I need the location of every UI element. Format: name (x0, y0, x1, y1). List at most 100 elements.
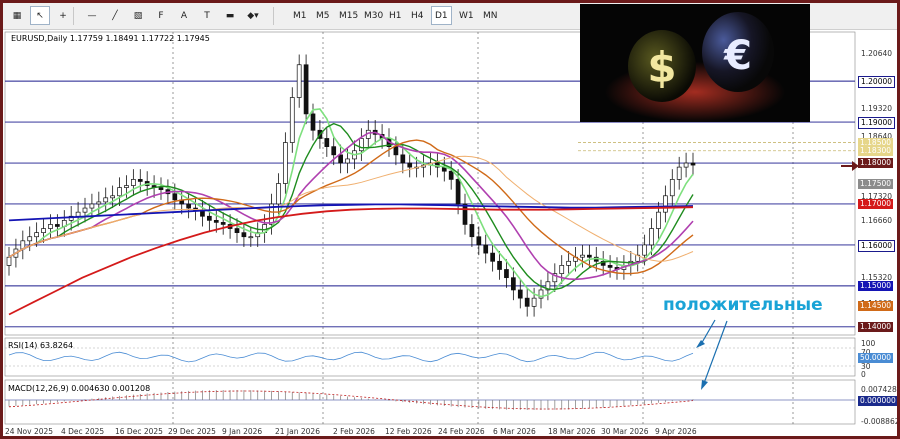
candle-body (345, 158, 350, 164)
candle-body (476, 236, 482, 246)
time-axis-label: 12 Feb 2026 (385, 427, 432, 436)
toolbar-separator (273, 7, 274, 25)
grid-icon[interactable]: ▦ (7, 6, 27, 25)
rsi-pane (4, 337, 856, 377)
dollar-icon: $ (647, 43, 676, 92)
candle-body (407, 162, 413, 168)
annotation-text: положительные (663, 295, 823, 315)
candle-body (511, 277, 516, 291)
candle-body (683, 162, 689, 168)
candle-body (48, 224, 53, 229)
timeframe-h1[interactable]: H1 (386, 6, 405, 25)
timeframe-m1[interactable]: M1 (290, 6, 310, 25)
price-axis-label: 1.20640 (861, 49, 893, 58)
timeframe-m30[interactable]: M30 (361, 6, 386, 25)
shapes-menu-icon[interactable]: ◆▾ (243, 6, 263, 25)
time-axis-label: 21 Jan 2026 (275, 427, 320, 436)
candle-body (359, 138, 364, 152)
candle-body (331, 146, 337, 156)
crosshair-icon[interactable]: + (53, 6, 73, 25)
candle-body (642, 244, 647, 256)
candle-body (6, 256, 12, 266)
label-icon[interactable]: T (197, 6, 217, 25)
candle-body (559, 265, 565, 274)
candle-body (172, 193, 178, 201)
macd-label: MACD(12,26,9) 0.004630 0.001208 (8, 384, 151, 393)
candle-body (27, 236, 33, 242)
text-icon[interactable]: A (174, 6, 194, 25)
candle-body (462, 203, 468, 225)
cursor-icon[interactable]: ↖ (30, 6, 50, 25)
timeframe-h4[interactable]: H4 (408, 6, 427, 25)
price-badge: 1.20000 (858, 76, 896, 89)
candle-body (448, 170, 454, 180)
candle-body (504, 269, 509, 279)
candle-body (303, 64, 309, 115)
timeframe-mn[interactable]: MN (480, 6, 501, 25)
candle-body (276, 183, 281, 205)
candle-body (669, 179, 675, 197)
horizontal-line-icon[interactable]: — (82, 6, 102, 25)
price-badge: 1.14000 (858, 321, 894, 332)
candle-body (96, 201, 102, 205)
candle-body (338, 154, 343, 164)
price-badge: 1.16000 (858, 239, 896, 252)
candle-body (289, 97, 295, 143)
time-axis-label: 18 Mar 2026 (548, 427, 596, 436)
time-axis-label: 24 Feb 2026 (438, 427, 485, 436)
candle-body (82, 207, 88, 213)
candle-body (103, 197, 109, 203)
channel-icon[interactable]: ▧ (128, 6, 148, 25)
rsi-label: RSI(14) 63.8264 (8, 341, 74, 350)
candle-body (566, 260, 571, 266)
candle-body (400, 154, 406, 164)
candle-body (158, 187, 164, 190)
time-axis-label: 6 Mar 2026 (493, 427, 536, 436)
candle-body (137, 179, 143, 182)
candle-body (296, 64, 302, 98)
timeframe-d1[interactable]: D1 (431, 6, 452, 25)
price-badge: 1.18000 (858, 158, 894, 169)
candle-body (517, 289, 523, 299)
time-axis-label: 9 Apr 2026 (655, 427, 697, 436)
time-axis-label: 4 Dec 2025 (61, 427, 105, 436)
candle-body (497, 260, 502, 270)
candle-body (690, 162, 696, 166)
terminal-window: ▦ ↖ + — ╱ ▧ F A T ▬ ◆▾ M1 M5 M15 M30 H1 H4 D1 W1 MN EURUSD,… (3, 3, 897, 436)
candle-body (131, 179, 136, 186)
candle-body (310, 113, 316, 131)
price-badge: 50.0000 (858, 353, 894, 363)
candle-body (587, 254, 592, 258)
time-axis-label: 16 Dec 2025 (115, 427, 163, 436)
price-axis-label: -0.008862 (861, 417, 897, 426)
timeframe-w1[interactable]: W1 (456, 6, 477, 25)
timeframe-m15[interactable]: M15 (336, 6, 361, 25)
candle-body (663, 195, 668, 213)
candle-body (490, 252, 495, 262)
rectangle-icon[interactable]: ▬ (220, 6, 240, 25)
candle-body (531, 297, 537, 307)
candle-body (607, 265, 613, 268)
time-axis-label: 30 Mar 2026 (601, 427, 649, 436)
price-badge: 1.17000 (858, 198, 894, 209)
fibonacci-icon[interactable]: F (151, 6, 171, 25)
chart-title: EURUSD,Daily 1.17759 1.18491 1.17722 1.1… (11, 34, 210, 43)
candle-body (580, 254, 585, 258)
candle-body (283, 142, 288, 184)
candle-body (220, 222, 226, 225)
time-axis-label: 9 Jan 2026 (222, 427, 263, 436)
price-badge: 0.000000 (858, 396, 897, 406)
currency-image: $ € (580, 4, 810, 122)
price-badge: 1.17500 (858, 178, 894, 189)
candle-body (241, 232, 247, 238)
price-badge: 1.18300 (858, 145, 894, 156)
price-axis-label: 1.19320 (861, 104, 893, 113)
candle-body (117, 187, 122, 197)
timeframe-m5[interactable]: M5 (313, 6, 333, 25)
candle-body (186, 203, 191, 209)
candle-body (455, 179, 461, 205)
candle-body (676, 166, 682, 180)
toolbar-separator (73, 7, 74, 25)
candle-body (393, 146, 399, 156)
trendline-icon[interactable]: ╱ (105, 6, 125, 25)
